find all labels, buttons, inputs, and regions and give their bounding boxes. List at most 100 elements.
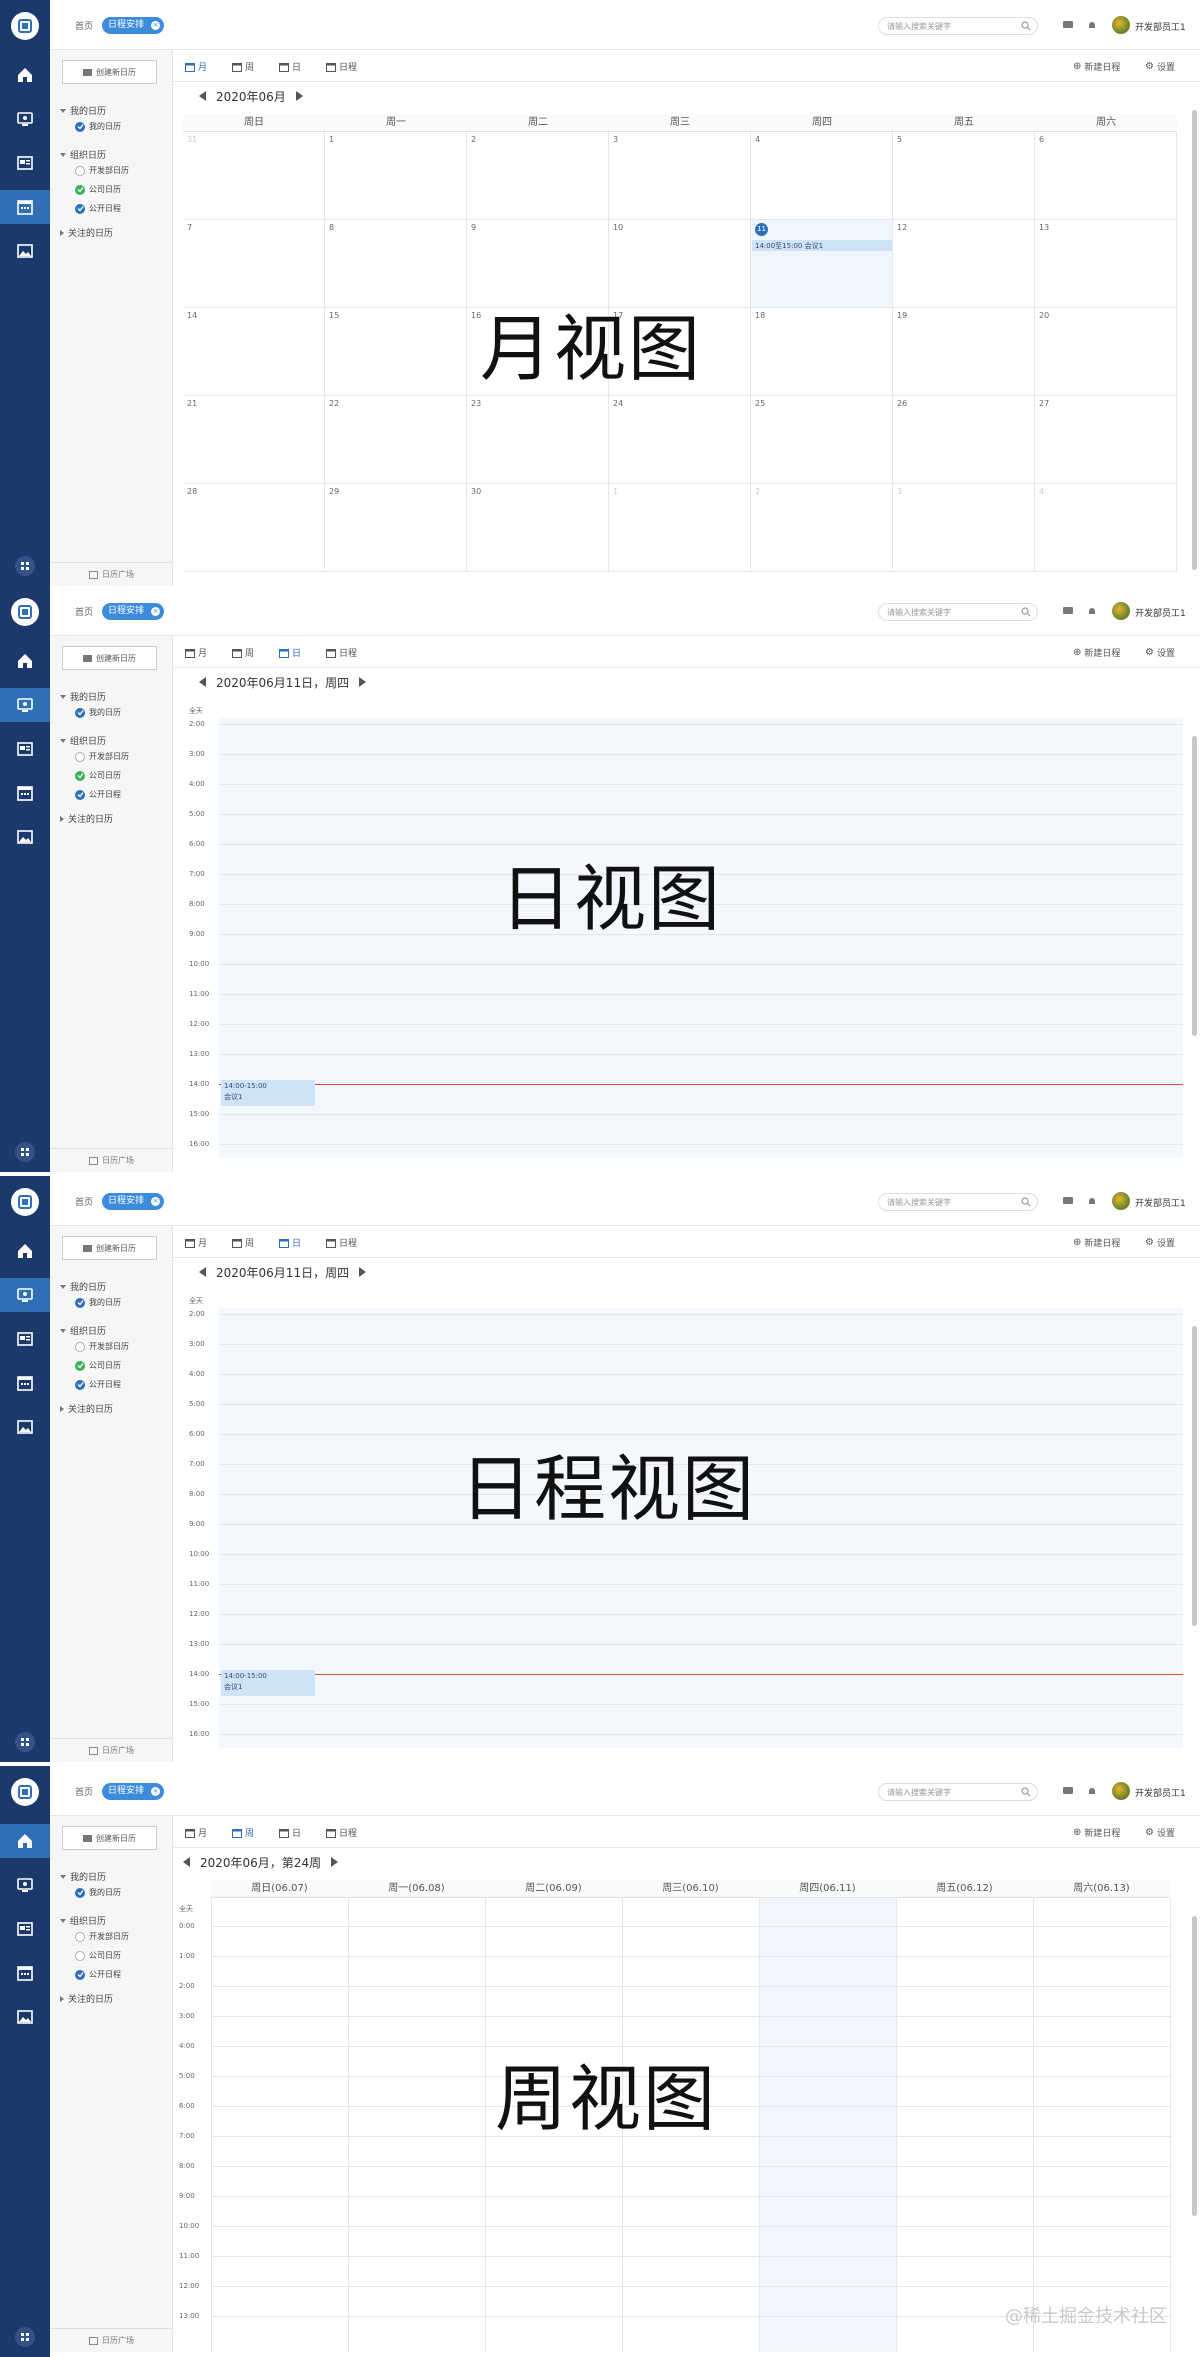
image-icon[interactable]	[0, 2000, 50, 2034]
day-cell[interactable]: 15	[325, 308, 467, 396]
next-arrow-icon[interactable]	[331, 1857, 339, 1867]
day-cell[interactable]: 23	[467, 396, 609, 484]
bell-icon[interactable]	[1086, 20, 1098, 30]
my-calendars-group[interactable]: 我的日历	[60, 690, 106, 703]
close-tab-icon[interactable]: ×	[151, 1197, 161, 1206]
view-month-button[interactable]: 月	[185, 1236, 207, 1249]
prev-arrow-icon[interactable]	[199, 1267, 206, 1277]
public-schedule-item[interactable]: 公开日程	[75, 203, 121, 214]
my-calendar-item[interactable]: 我的日历	[75, 1297, 121, 1308]
day-cell[interactable]: 20	[1035, 308, 1177, 396]
dev-calendar-item[interactable]: 开发部日历	[75, 1931, 129, 1942]
dev-calendar-item[interactable]: 开发部日历	[75, 165, 129, 176]
day-cell[interactable]: 22	[325, 396, 467, 484]
apps-grid-icon[interactable]	[15, 2327, 35, 2347]
vertical-scrollbar[interactable]	[1192, 110, 1197, 570]
avatar[interactable]	[1112, 602, 1130, 620]
month-event[interactable]: 14:00至15:00 会议1	[752, 240, 892, 251]
search-input[interactable]: 请输入搜索关键字	[878, 603, 1038, 621]
next-arrow-icon[interactable]	[359, 1267, 367, 1277]
company-calendar-item[interactable]: 公司日历	[75, 1360, 121, 1371]
checkbox-icon[interactable]	[75, 1950, 85, 1961]
day-cell[interactable]: 1	[609, 484, 751, 572]
close-tab-icon[interactable]: ×	[151, 1787, 161, 1796]
day-cell[interactable]: 30	[467, 484, 609, 572]
view-day-button[interactable]: 日	[279, 1826, 301, 1839]
company-calendar-item[interactable]: 公司日历	[75, 770, 121, 781]
screen-icon[interactable]	[0, 688, 50, 722]
create-calendar-button[interactable]: 创建新日历	[62, 60, 157, 84]
day-cell[interactable]: 2	[467, 132, 609, 220]
image-icon[interactable]	[0, 1410, 50, 1444]
checkbox-checked-icon[interactable]	[75, 121, 85, 132]
day-cell[interactable]: 14	[183, 308, 325, 396]
home-link[interactable]: 首页	[75, 605, 93, 618]
day-cell[interactable]: 12	[893, 220, 1035, 308]
app-logo-icon[interactable]	[11, 598, 39, 626]
vertical-scrollbar[interactable]	[1192, 1916, 1197, 2216]
calendar-square-link[interactable]: 日历广场	[50, 562, 173, 586]
view-month-button[interactable]: 月	[185, 646, 207, 659]
dev-calendar-item[interactable]: 开发部日历	[75, 1341, 129, 1352]
next-arrow-icon[interactable]	[359, 677, 367, 687]
checkbox-icon[interactable]	[75, 1341, 85, 1352]
public-schedule-item[interactable]: 公开日程	[75, 1379, 121, 1390]
settings-button[interactable]: ⚙ 设置	[1145, 60, 1175, 73]
doc-icon[interactable]	[0, 146, 50, 180]
screen-icon[interactable]	[0, 1868, 50, 1902]
new-schedule-button[interactable]: ⊕ 新建日程	[1073, 60, 1120, 73]
close-tab-icon[interactable]: ×	[151, 21, 161, 30]
org-calendars-group[interactable]: 组织日历	[60, 734, 106, 747]
day-cell[interactable]: 4	[1035, 484, 1177, 572]
company-calendar-item[interactable]: 公司日历	[75, 184, 121, 195]
user-name[interactable]: 开发部员工1	[1135, 1196, 1186, 1209]
close-tab-icon[interactable]: ×	[151, 607, 161, 616]
checkbox-checked-icon[interactable]	[75, 1969, 85, 1980]
active-tab-chip[interactable]: 日程安排 ×	[102, 1193, 165, 1210]
settings-button[interactable]: ⚙ 设置	[1145, 1826, 1175, 1839]
message-icon[interactable]	[1062, 20, 1074, 30]
view-month-button[interactable]: 月	[185, 1826, 207, 1839]
prev-arrow-icon[interactable]	[199, 91, 206, 101]
view-week-button[interactable]: 周	[232, 60, 254, 73]
search-icon[interactable]	[1021, 21, 1031, 31]
home-link[interactable]: 首页	[75, 1195, 93, 1208]
active-tab-chip[interactable]: 日程安排 ×	[102, 603, 165, 620]
new-schedule-button[interactable]: ⊕ 新建日程	[1073, 646, 1120, 659]
checkbox-checked-icon[interactable]	[75, 1887, 85, 1898]
day-cell[interactable]: 29	[325, 484, 467, 572]
active-tab-chip[interactable]: 日程安排 ×	[102, 1783, 165, 1800]
dev-calendar-item[interactable]: 开发部日历	[75, 751, 129, 762]
org-calendars-group[interactable]: 组织日历	[60, 1914, 106, 1927]
app-logo-icon[interactable]	[11, 1188, 39, 1216]
view-agenda-button[interactable]: 日程	[326, 646, 357, 659]
calendar-icon[interactable]	[0, 1366, 50, 1400]
app-logo-icon[interactable]	[11, 1778, 39, 1806]
day-event[interactable]: 14:00-15:00 会议1	[221, 1670, 315, 1696]
day-cell[interactable]: 6	[1035, 132, 1177, 220]
day-cell[interactable]: 5	[893, 132, 1035, 220]
new-schedule-button[interactable]: ⊕ 新建日程	[1073, 1236, 1120, 1249]
checkbox-icon[interactable]	[75, 770, 85, 781]
checkbox-checked-icon[interactable]	[75, 203, 85, 214]
my-calendars-group[interactable]: 我的日历	[60, 104, 106, 117]
new-schedule-button[interactable]: ⊕ 新建日程	[1073, 1826, 1120, 1839]
doc-icon[interactable]	[0, 1322, 50, 1356]
search-input[interactable]: 请输入搜索关键字	[878, 17, 1038, 35]
vertical-scrollbar[interactable]	[1192, 1326, 1197, 1626]
checkbox-icon[interactable]	[75, 184, 85, 195]
search-input[interactable]: 请输入搜索关键字	[878, 1193, 1038, 1211]
view-agenda-button[interactable]: 日程	[326, 60, 357, 73]
company-calendar-item[interactable]: 公司日历	[75, 1950, 121, 1961]
vertical-scrollbar[interactable]	[1192, 736, 1197, 1036]
my-calendar-item[interactable]: 我的日历	[75, 121, 121, 132]
day-cell[interactable]: 18	[751, 308, 893, 396]
home-link[interactable]: 首页	[75, 1785, 93, 1798]
public-schedule-item[interactable]: 公开日程	[75, 789, 121, 800]
day-cell[interactable]: 3	[893, 484, 1035, 572]
day-cell[interactable]: 11	[751, 220, 893, 308]
search-icon[interactable]	[1021, 1197, 1031, 1207]
calendar-icon[interactable]	[0, 776, 50, 810]
message-icon[interactable]	[1062, 1196, 1074, 1206]
day-cell[interactable]: 3	[609, 132, 751, 220]
